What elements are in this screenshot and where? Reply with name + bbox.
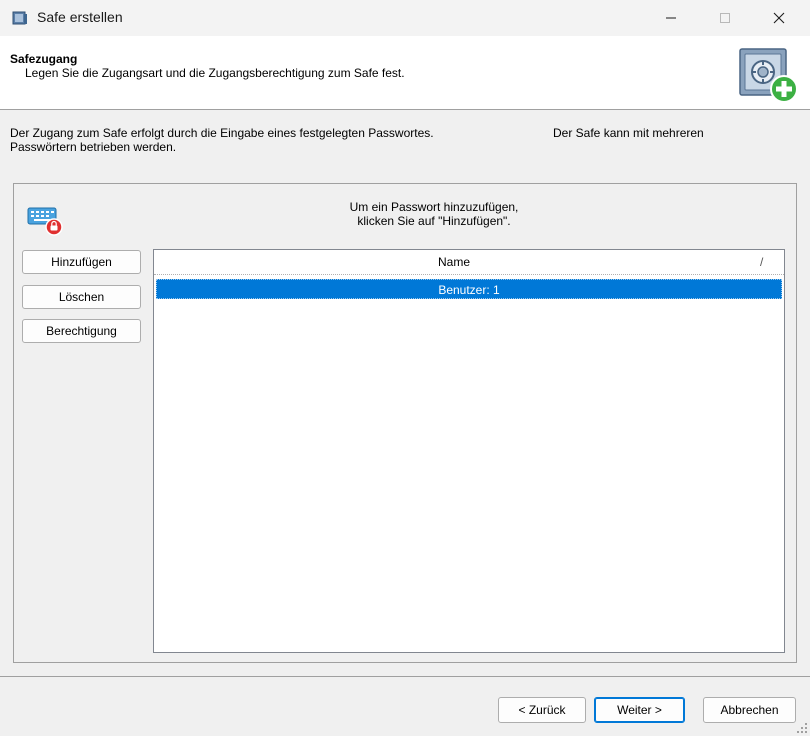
add-button[interactable]: Hinzufügen	[22, 250, 141, 274]
maximize-button[interactable]	[702, 0, 748, 36]
page-subtitle: Legen Sie die Zugangsart und die Zugangs…	[25, 66, 405, 80]
minimize-icon	[666, 17, 676, 19]
safe-add-icon	[739, 48, 798, 103]
sort-indicator: /	[760, 255, 764, 269]
description-line-1: Der Zugang zum Safe erfolgt durch die Ei…	[10, 126, 434, 140]
password-group: Um ein Passwort hinzuzufügen, klicken Si…	[13, 183, 797, 663]
close-icon	[773, 12, 785, 24]
permission-button[interactable]: Berechtigung	[22, 319, 141, 343]
close-button[interactable]	[756, 0, 802, 36]
list-header[interactable]: Name /	[154, 250, 784, 275]
add-password-hint: Um ein Passwort hinzuzufügen, klicken Si…	[294, 200, 574, 228]
description-line-2: Passwörtern betrieben werden.	[10, 140, 177, 154]
back-button[interactable]: < Zurück	[498, 697, 586, 723]
password-list[interactable]: Name / Benutzer: 1	[153, 249, 785, 653]
list-item[interactable]: Benutzer: 1	[156, 279, 782, 299]
maximize-icon	[720, 13, 730, 23]
safe-app-icon	[12, 11, 27, 25]
wizard-header: Safezugang Legen Sie die Zugangsart und …	[0, 36, 810, 110]
footer-separator	[0, 676, 810, 677]
keyboard-password-icon	[27, 207, 63, 236]
minimize-button[interactable]	[648, 0, 694, 36]
hint-line-2: klicken Sie auf "Hinzufügen".	[357, 214, 511, 228]
window-title: Safe erstellen	[37, 9, 123, 25]
resize-grip-icon[interactable]	[796, 722, 808, 734]
cancel-button[interactable]: Abbrechen	[703, 697, 796, 723]
next-button[interactable]: Weiter >	[594, 697, 685, 723]
page-title: Safezugang	[10, 52, 78, 66]
title-bar: Safe erstellen	[0, 0, 810, 36]
delete-button[interactable]: Löschen	[22, 285, 141, 309]
description-line-1-right: Der Safe kann mit mehreren	[553, 126, 704, 140]
column-header-name[interactable]: Name	[154, 250, 754, 275]
hint-line-1: Um ein Passwort hinzuzufügen,	[349, 200, 519, 214]
